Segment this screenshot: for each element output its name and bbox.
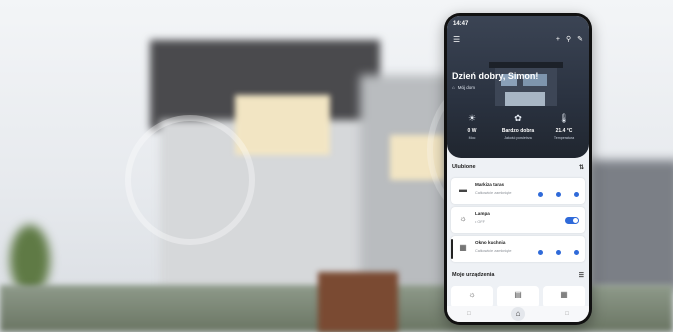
blind-icon: ▬ bbox=[459, 185, 467, 194]
selection-accent bbox=[451, 239, 453, 259]
lamp-toggle[interactable] bbox=[565, 217, 579, 224]
leaf-icon: ✿ bbox=[514, 113, 522, 123]
shutter-controls bbox=[538, 250, 579, 255]
house-illustration bbox=[489, 62, 563, 106]
shutter-controls bbox=[538, 192, 579, 197]
device-status: Całkowicie zamknięte bbox=[475, 249, 512, 253]
tile-value: Bardzo dobra bbox=[501, 128, 535, 134]
blind-icon: ▤ bbox=[514, 290, 522, 299]
tile-label: Jakość powietrza bbox=[504, 136, 532, 140]
tile-value: 0 W bbox=[467, 128, 477, 134]
favorites-header: Ulubione ⇅ bbox=[452, 164, 584, 174]
tile-label: Moc bbox=[468, 136, 476, 140]
list-icon[interactable]: ☰ bbox=[579, 272, 584, 279]
thermometer-icon: 🌡 bbox=[558, 113, 570, 123]
hero-header: 14:47 ☰ + ⚲ ✎ Dzień dobry, Simon! ⌂ Mój … bbox=[447, 16, 589, 158]
nav-home-icon[interactable]: ⌂ bbox=[511, 307, 525, 321]
edit-icon[interactable]: ✎ bbox=[577, 35, 583, 45]
tile-air-quality[interactable]: ✿ Bardzo dobra Jakość powietrza bbox=[497, 109, 539, 151]
up-button[interactable] bbox=[574, 250, 579, 255]
home-subtitle: ⌂ Mój dom bbox=[452, 85, 475, 90]
tile-label: Temperatura bbox=[553, 136, 575, 140]
window-icon: ▦ bbox=[459, 243, 467, 252]
search-icon[interactable]: ⚲ bbox=[566, 35, 571, 45]
tile-value: 21.4 °C bbox=[555, 128, 573, 134]
down-button[interactable] bbox=[538, 250, 543, 255]
greeting-title: Dzień dobry, Simon! bbox=[452, 71, 539, 81]
devices-title: Moje urządzenia bbox=[452, 272, 495, 278]
app-screen: 14:47 ☰ + ⚲ ✎ Dzień dobry, Simon! ⌂ Mój … bbox=[447, 16, 589, 322]
device-tile-lamp[interactable]: ☼ bbox=[451, 286, 493, 308]
favorite-card-okno[interactable]: ▦ Okno kuchnia Całkowicie zamknięte bbox=[451, 236, 585, 262]
device-name: Okno kuchnia bbox=[475, 240, 506, 245]
device-name: Lampa bbox=[475, 211, 490, 216]
bottom-nav: □ ⌂ □ bbox=[447, 306, 589, 322]
status-time: 14:47 bbox=[453, 21, 469, 27]
stop-button[interactable] bbox=[556, 250, 561, 255]
down-button[interactable] bbox=[538, 192, 543, 197]
add-icon[interactable]: + bbox=[556, 35, 560, 45]
lamp-icon: ☼ bbox=[459, 214, 467, 223]
up-button[interactable] bbox=[574, 192, 579, 197]
devices-header: Moje urządzenia ☰ bbox=[452, 272, 584, 282]
home-name: Mój dom bbox=[457, 85, 475, 90]
nav-devices-icon[interactable]: □ bbox=[467, 311, 471, 317]
lamp-icon: ☼ bbox=[468, 290, 476, 299]
favorite-card-markiza[interactable]: ▬ Markiza taras Całkowicie zamknięte bbox=[451, 178, 585, 204]
phone-mockup: 14:47 ☰ + ⚲ ✎ Dzień dobry, Simon! ⌂ Mój … bbox=[444, 13, 592, 325]
devices-grid: ☼ ▤ ▦ bbox=[451, 286, 585, 308]
favorite-card-lampa[interactable]: ☼ Lampa • OFF bbox=[451, 207, 585, 233]
favorites-title: Ulubione bbox=[452, 164, 476, 170]
tile-temperature[interactable]: 🌡 21.4 °C Temperatura bbox=[543, 109, 585, 151]
tile-power[interactable]: ☀ 0 W Moc bbox=[451, 109, 493, 151]
nav-more-icon[interactable]: □ bbox=[565, 311, 569, 317]
menu-icon[interactable]: ☰ bbox=[453, 35, 460, 45]
sort-icon[interactable]: ⇅ bbox=[579, 164, 584, 171]
gate-icon: ▦ bbox=[560, 290, 568, 299]
stop-button[interactable] bbox=[556, 192, 561, 197]
top-bar: ☰ + ⚲ ✎ bbox=[453, 35, 583, 45]
device-status: • OFF bbox=[475, 220, 485, 224]
device-status: Całkowicie zamknięte bbox=[475, 191, 512, 195]
status-tiles: ☀ 0 W Moc ✿ Bardzo dobra Jakość powietrz… bbox=[451, 109, 585, 151]
device-tile-gate[interactable]: ▦ bbox=[543, 286, 585, 308]
device-name: Markiza taras bbox=[475, 182, 505, 187]
home-icon: ⌂ bbox=[452, 85, 455, 90]
device-tile-blind[interactable]: ▤ bbox=[497, 286, 539, 308]
sun-icon: ☀ bbox=[467, 113, 477, 123]
